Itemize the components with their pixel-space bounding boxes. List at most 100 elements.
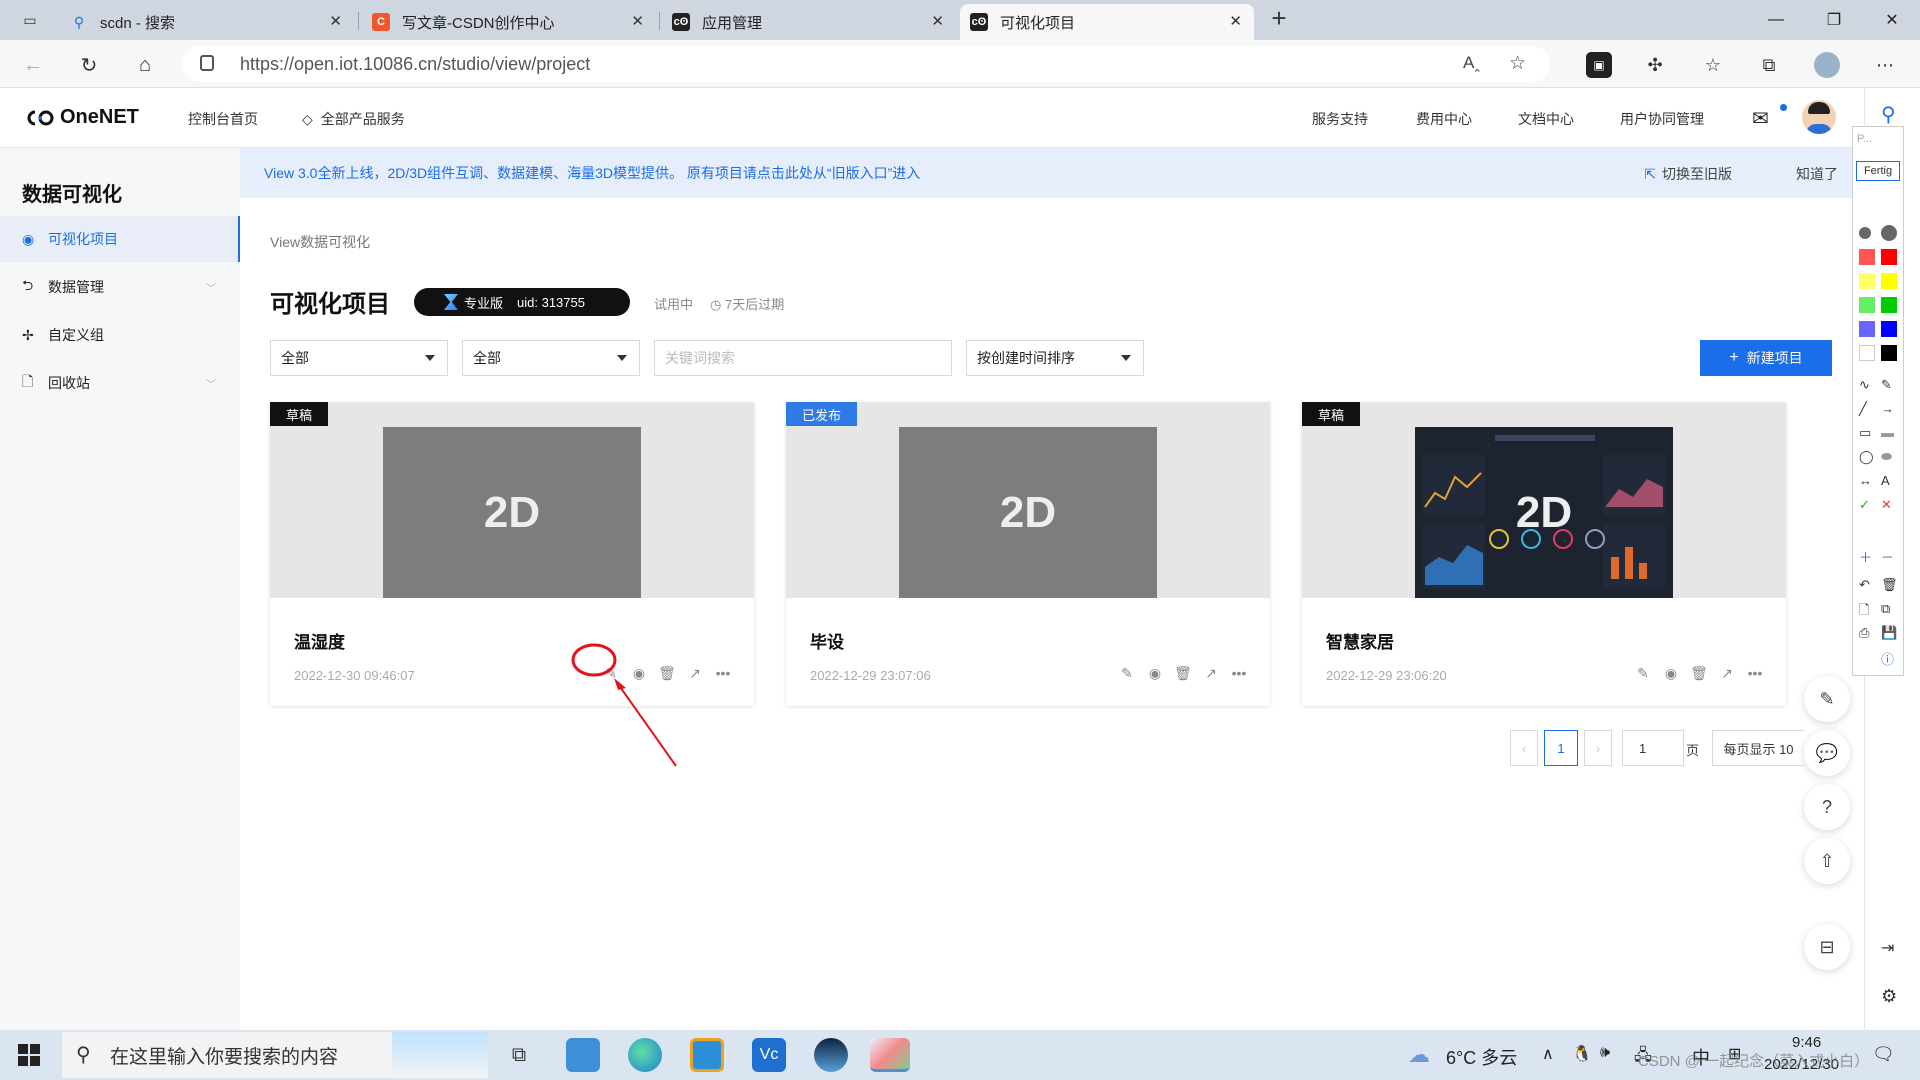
pencil-icon[interactable]: ✎ — [1881, 377, 1892, 393]
mail-icon[interactable]: ✉ — [1752, 106, 1769, 131]
task-view-icon[interactable]: ⧉ — [502, 1038, 536, 1072]
tab-actions-icon[interactable]: ▭ — [16, 6, 44, 34]
edit-icon[interactable]: ✎ — [1118, 664, 1136, 682]
edit-icon[interactable]: ✎ — [1634, 664, 1652, 682]
info-icon[interactable]: ⓘ — [1881, 649, 1894, 668]
copy-icon[interactable]: ⧉ — [1881, 601, 1890, 617]
color-yellow-swatch[interactable] — [1881, 273, 1897, 289]
double-arrow-icon[interactable]: ↔ — [1859, 473, 1872, 488]
tab-app-management[interactable]: cʘ 应用管理 ✕ — [662, 4, 956, 40]
arrow-tool-icon[interactable]: → — [1881, 401, 1894, 416]
text-tool-icon[interactable]: A — [1881, 473, 1890, 488]
pen-size-large-icon[interactable] — [1881, 225, 1897, 241]
nav-service-support[interactable]: 服务支持 — [1312, 109, 1368, 129]
preview-eye-icon[interactable]: ◉ — [1146, 664, 1164, 682]
page-number-current[interactable]: 1 — [1544, 730, 1578, 766]
ellipse-icon[interactable]: ◯ — [1859, 449, 1874, 465]
check-icon[interactable]: ✓ — [1859, 497, 1870, 513]
prev-page-button[interactable]: ‹ — [1510, 730, 1538, 766]
filled-rectangle-icon[interactable]: ▬ — [1881, 425, 1894, 440]
tab-csdn-write[interactable]: C 写文章-CSDN创作中心 ✕ — [362, 4, 656, 40]
close-icon[interactable]: ✕ — [1229, 12, 1242, 30]
tray-app-icon[interactable]: 🐧 — [1572, 1044, 1592, 1064]
annotation-done-button[interactable]: Fertig — [1856, 161, 1900, 181]
keyword-search-input[interactable] — [654, 340, 952, 376]
collapse-button[interactable]: ⊟ — [1804, 924, 1850, 970]
new-page-icon[interactable]: 🗋 — [1859, 601, 1869, 623]
notification-center-icon[interactable]: 🗨 — [1872, 1044, 1895, 1065]
taskbar-app-icon[interactable] — [566, 1038, 600, 1072]
page-jump-input[interactable]: 1 — [1622, 730, 1684, 766]
close-icon[interactable]: ✕ — [329, 12, 342, 30]
undo-icon[interactable]: ↶ — [1859, 577, 1870, 593]
switch-old-version-link[interactable]: ⇱ 切换至旧版 — [1644, 164, 1732, 184]
print-icon[interactable]: ⎙ — [1859, 625, 1869, 641]
pen-size-icon[interactable] — [1859, 227, 1871, 239]
filled-ellipse-icon[interactable]: ⬬ — [1881, 449, 1892, 465]
zoom-in-icon[interactable]: ＋ — [1859, 547, 1872, 566]
card-thumbnail[interactable]: 2D — [1302, 402, 1786, 598]
freehand-icon[interactable]: ∿ — [1859, 377, 1870, 393]
vc-app-icon[interactable]: Vc — [752, 1038, 786, 1072]
nav-console-home[interactable]: 控制台首页 — [188, 109, 258, 129]
favorite-star-icon[interactable]: ☆ — [1509, 52, 1526, 75]
taskbar-search-box[interactable]: ⚲ 在这里输入你要搜索的内容 — [62, 1032, 488, 1078]
filter-select-1[interactable]: 全部 — [270, 340, 448, 376]
color-blue-light-swatch[interactable] — [1859, 321, 1875, 337]
clock-time[interactable]: 9:46 — [1792, 1034, 1821, 1051]
close-icon[interactable]: ✕ — [631, 12, 644, 30]
delete-icon[interactable]: 🗑 — [1690, 664, 1708, 682]
cross-icon[interactable]: ✕ — [1881, 497, 1892, 513]
windows-start-icon[interactable] — [18, 1044, 40, 1066]
share-icon[interactable]: ↗ — [1718, 664, 1736, 682]
color-green-swatch[interactable] — [1881, 297, 1897, 313]
edge-browser-icon[interactable] — [628, 1038, 662, 1072]
dismiss-notice-link[interactable]: 知道了 — [1796, 164, 1838, 184]
refresh-icon[interactable]: ↻ — [74, 50, 104, 80]
read-aloud-icon[interactable]: Aꞈ — [1463, 53, 1480, 73]
weather-text[interactable]: 6°C 多云 — [1446, 1044, 1517, 1070]
sidebar-item-data-management[interactable]: ⮌ 数据管理 ﹀ — [0, 264, 240, 310]
project-card[interactable]: 2D 草稿 智慧家居 2022-12-29 23:06:20 ✎ ◉ 🗑 ↗ •… — [1302, 402, 1786, 706]
restore-button[interactable]: ❐ — [1804, 0, 1864, 40]
share-icon[interactable]: ↗ — [1202, 664, 1220, 682]
close-icon[interactable]: ✕ — [931, 12, 944, 30]
sidebar-toggle-icon[interactable]: ⇥ — [1881, 938, 1894, 958]
color-red-swatch[interactable] — [1881, 249, 1897, 265]
home-icon[interactable]: ⌂ — [130, 50, 160, 80]
back-arrow-icon[interactable]: ← — [18, 50, 48, 80]
save-icon[interactable]: 💾 — [1881, 625, 1897, 641]
paint-app-icon[interactable] — [870, 1038, 910, 1072]
minimize-button[interactable]: — — [1746, 0, 1806, 40]
line-icon[interactable]: ╱ — [1859, 401, 1867, 417]
user-avatar[interactable] — [1802, 100, 1836, 134]
sidebar-item-recycle-bin[interactable]: 🗋 回收站 ﹀ — [0, 360, 240, 406]
taskbar-app-icon[interactable] — [690, 1038, 724, 1072]
zoom-out-icon[interactable]: － — [1881, 547, 1894, 566]
color-green-light-swatch[interactable] — [1859, 297, 1875, 313]
more-icon[interactable]: ••• — [1230, 664, 1248, 682]
feedback-edit-button[interactable]: ✎ — [1804, 676, 1850, 722]
more-menu-icon[interactable]: ⋯ — [1872, 52, 1898, 78]
color-red-light-swatch[interactable] — [1859, 249, 1875, 265]
chat-button[interactable]: 💬 — [1804, 730, 1850, 776]
breadcrumb[interactable]: View数据可视化 — [270, 232, 370, 252]
nav-docs-center[interactable]: 文档中心 — [1518, 109, 1574, 129]
more-icon[interactable]: ••• — [1746, 664, 1764, 682]
color-white-swatch[interactable] — [1859, 345, 1875, 361]
onenet-logo[interactable]: OneNET — [24, 106, 139, 129]
eclipse-icon[interactable] — [814, 1038, 848, 1072]
volume-icon[interactable]: 🕪 — [1600, 1044, 1610, 1062]
color-yellow-light-swatch[interactable] — [1859, 273, 1875, 289]
extensions-puzzle-icon[interactable]: ✣ — [1642, 52, 1668, 78]
tab-scdn-search[interactable]: ⚲ scdn - 搜索 ✕ — [60, 4, 354, 40]
favorites-icon[interactable]: ☆ — [1700, 52, 1726, 78]
sort-select[interactable]: 按创建时间排序 — [966, 340, 1144, 376]
next-page-button[interactable]: › — [1584, 730, 1612, 766]
card-thumbnail[interactable]: 2D — [270, 402, 754, 598]
extension-icon[interactable]: ▣ — [1586, 52, 1612, 78]
delete-icon[interactable]: 🗑 — [1174, 664, 1192, 682]
color-black-swatch[interactable] — [1881, 345, 1897, 361]
new-project-button[interactable]: + 新建项目 — [1700, 340, 1832, 376]
rectangle-icon[interactable]: ▭ — [1859, 425, 1871, 441]
